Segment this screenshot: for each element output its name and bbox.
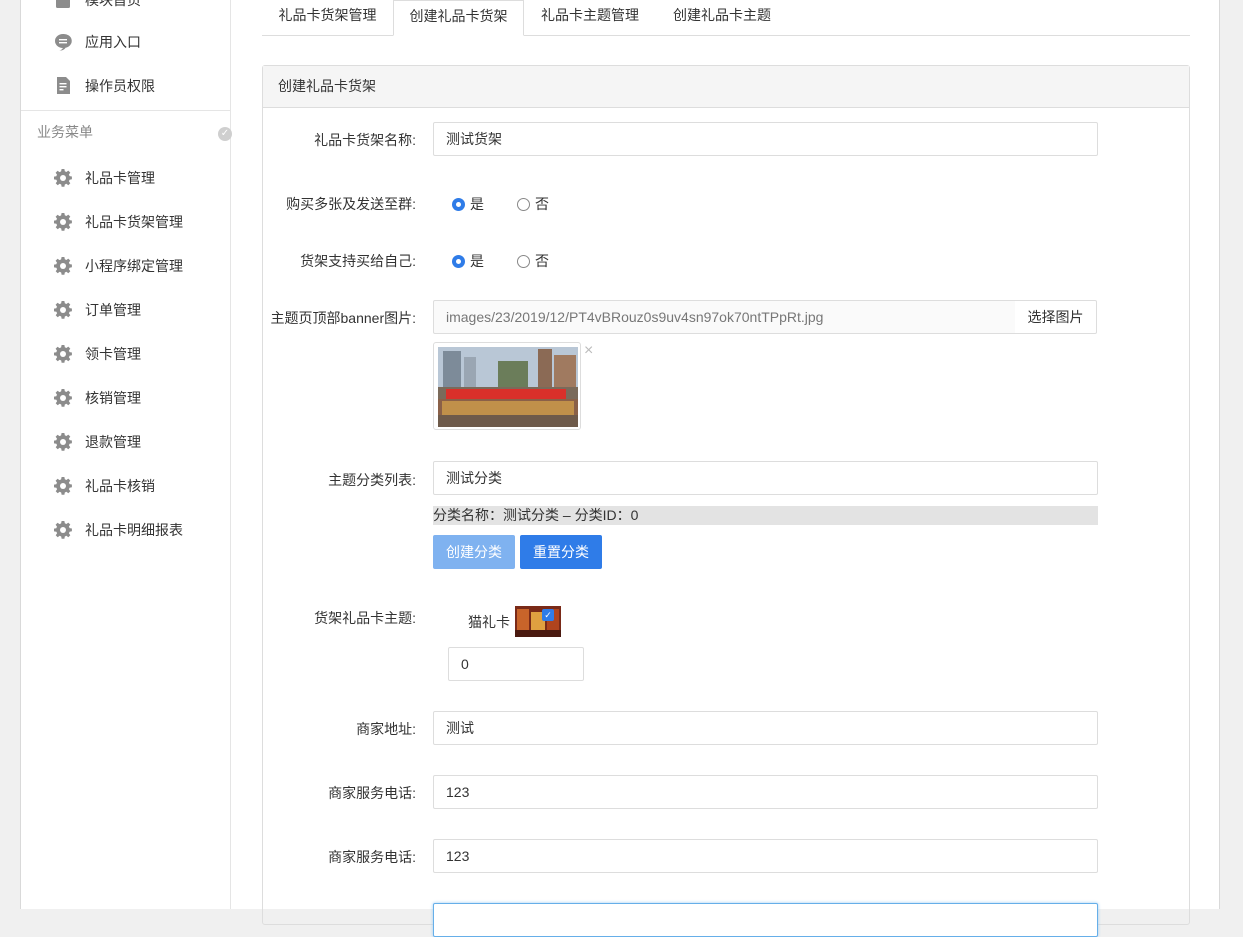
- merchant-address-label: 商家地址:: [356, 721, 416, 737]
- tab-create-theme[interactable]: 创建礼品卡主题: [656, 0, 788, 34]
- sidebar-item-7[interactable]: 退款管理: [21, 420, 230, 464]
- radio-label: 否: [535, 196, 549, 212]
- sidebar-item-5[interactable]: 领卡管理: [21, 332, 230, 376]
- gear-icon: [53, 300, 73, 320]
- document-icon: [53, 0, 73, 10]
- theme-card-option[interactable]: ✓: [515, 606, 561, 637]
- gear-icon: [53, 476, 73, 496]
- theme-label: 货架礼品卡主题:: [314, 610, 416, 626]
- shelf-name-input[interactable]: 测试货架: [433, 122, 1098, 156]
- remove-image-icon[interactable]: ×: [584, 342, 593, 360]
- category-input[interactable]: 测试分类: [433, 461, 1098, 495]
- radio-label: 是: [470, 253, 484, 269]
- sidebar-item-9[interactable]: 礼品卡明细报表: [21, 508, 230, 552]
- sidebar-item-4[interactable]: 订单管理: [21, 288, 230, 332]
- tab-create-shelf[interactable]: 创建礼品卡货架: [393, 0, 524, 36]
- sidebar-item-label: 礼品卡管理: [85, 170, 155, 186]
- theme-card-thumbnail: [515, 606, 561, 637]
- theme-sort-input[interactable]: 0: [448, 647, 584, 681]
- radio-checked-icon: [452, 197, 465, 211]
- checkbox-checked-icon: ✓: [542, 609, 554, 621]
- sidebar-item-module-home[interactable]: 模块首页: [21, 0, 230, 22]
- panel-title: 创建礼品卡货架: [263, 66, 1189, 108]
- sidebar-item-label: 应用入口: [85, 34, 141, 50]
- radio-checked-icon: [452, 254, 465, 268]
- service-phone-label: 商家服务电话:: [328, 785, 416, 801]
- gear-icon: [53, 344, 73, 364]
- sidebar: 模块首页 应用入口 操作员权限 业务菜单 ✓ 礼品卡管理礼品卡货架管理 小程序绑定…: [21, 0, 232, 909]
- sidebar-item-app-entry[interactable]: 应用入口: [21, 20, 230, 64]
- sidebar-item-8[interactable]: 礼品卡核销: [21, 464, 230, 508]
- gear-icon: [53, 212, 73, 232]
- service-phone-input[interactable]: 123: [433, 775, 1098, 809]
- sidebar-divider: [21, 110, 230, 111]
- sidebar-item-label: 礼品卡核销: [85, 478, 155, 494]
- buy-for-self-no-radio[interactable]: 否: [517, 251, 549, 271]
- sidebar-item-label: 核销管理: [85, 390, 141, 406]
- sidebar-item-label: 礼品卡货架管理: [85, 214, 183, 230]
- sidebar-item-label: 领卡管理: [85, 346, 141, 362]
- service-phone-input-2[interactable]: 123: [433, 839, 1098, 873]
- next-field-input[interactable]: [433, 903, 1098, 937]
- tab-shelf-management[interactable]: 礼品卡货架管理: [262, 0, 393, 34]
- banner-label: 主题页顶部banner图片:: [270, 310, 416, 326]
- sidebar-item-label: 退款管理: [85, 434, 141, 450]
- sidebar-section-title: 业务菜单: [37, 124, 93, 140]
- radio-label: 是: [470, 196, 484, 212]
- chat-bubble-icon: [53, 32, 73, 52]
- app-frame: 模块首页 应用入口 操作员权限 业务菜单 ✓ 礼品卡管理 礼品卡货架管理 小程序绑定…: [20, 0, 1220, 937]
- gear-icon: [53, 520, 73, 540]
- theme-name: 猫礼卡: [468, 614, 510, 630]
- document-edit-icon: [53, 76, 73, 96]
- sidebar-item-label: 小程序绑定管理: [85, 258, 183, 274]
- form-panel: 创建礼品卡货架 礼品卡货架名称: 测试货架 购买多张及发送至群: 是 否 货架支…: [262, 65, 1190, 937]
- gear-icon: [53, 388, 73, 408]
- sidebar-item-6[interactable]: 核销管理: [21, 376, 230, 420]
- tab-bar: 礼品卡货架管理 创建礼品卡货架 礼品卡主题管理 创建礼品卡主题: [262, 0, 1190, 36]
- radio-unchecked-icon: [517, 254, 530, 268]
- buy-for-self-label: 货架支持买给自己:: [300, 253, 416, 269]
- sidebar-item-operator-permission[interactable]: 操作员权限: [21, 64, 230, 108]
- sidebar-item-label: 模块首页: [85, 0, 141, 8]
- merchant-address-input[interactable]: 测试: [433, 711, 1098, 745]
- service-phone-label-2: 商家服务电话:: [328, 849, 416, 865]
- select-image-button[interactable]: 选择图片: [1015, 300, 1097, 334]
- tab-theme-management[interactable]: 礼品卡主题管理: [524, 0, 656, 34]
- sidebar-item-label: 礼品卡明细报表: [85, 522, 183, 538]
- buy-for-self-yes-radio[interactable]: 是: [452, 251, 484, 271]
- sidebar-item-1[interactable]: 礼品卡管理: [21, 156, 230, 200]
- main-content: 礼品卡货架管理 创建礼品卡货架 礼品卡主题管理 创建礼品卡主题 创建礼品卡货架 …: [262, 0, 1190, 937]
- collapse-toggle-icon[interactable]: ✓: [218, 127, 232, 141]
- radio-unchecked-icon: [517, 197, 530, 211]
- gear-icon: [53, 168, 73, 188]
- sidebar-item-2[interactable]: 礼品卡货架管理: [21, 200, 230, 244]
- buy-multiple-yes-radio[interactable]: 是: [452, 194, 484, 214]
- category-label: 主题分类列表:: [328, 472, 416, 488]
- shelf-name-label: 礼品卡货架名称:: [314, 132, 416, 148]
- sidebar-item-label: 订单管理: [85, 302, 141, 318]
- banner-photo: [438, 347, 578, 427]
- gear-icon: [53, 256, 73, 276]
- sidebar-item-3[interactable]: 小程序绑定管理: [21, 244, 230, 288]
- buy-multiple-label: 购买多张及发送至群:: [286, 196, 416, 212]
- sidebar-item-label: 操作员权限: [85, 78, 155, 94]
- radio-label: 否: [535, 253, 549, 269]
- create-category-button[interactable]: 创建分类: [433, 535, 515, 569]
- category-info: 分类名称：测试分类 – 分类ID：0: [433, 506, 1098, 525]
- gear-icon: [53, 432, 73, 452]
- reset-category-button[interactable]: 重置分类: [520, 535, 602, 569]
- buy-multiple-no-radio[interactable]: 否: [517, 194, 549, 214]
- banner-thumbnail: [433, 342, 581, 430]
- banner-path-input[interactable]: images/23/2019/12/PT4vBRouz0s9uv4sn97ok7…: [433, 300, 1016, 334]
